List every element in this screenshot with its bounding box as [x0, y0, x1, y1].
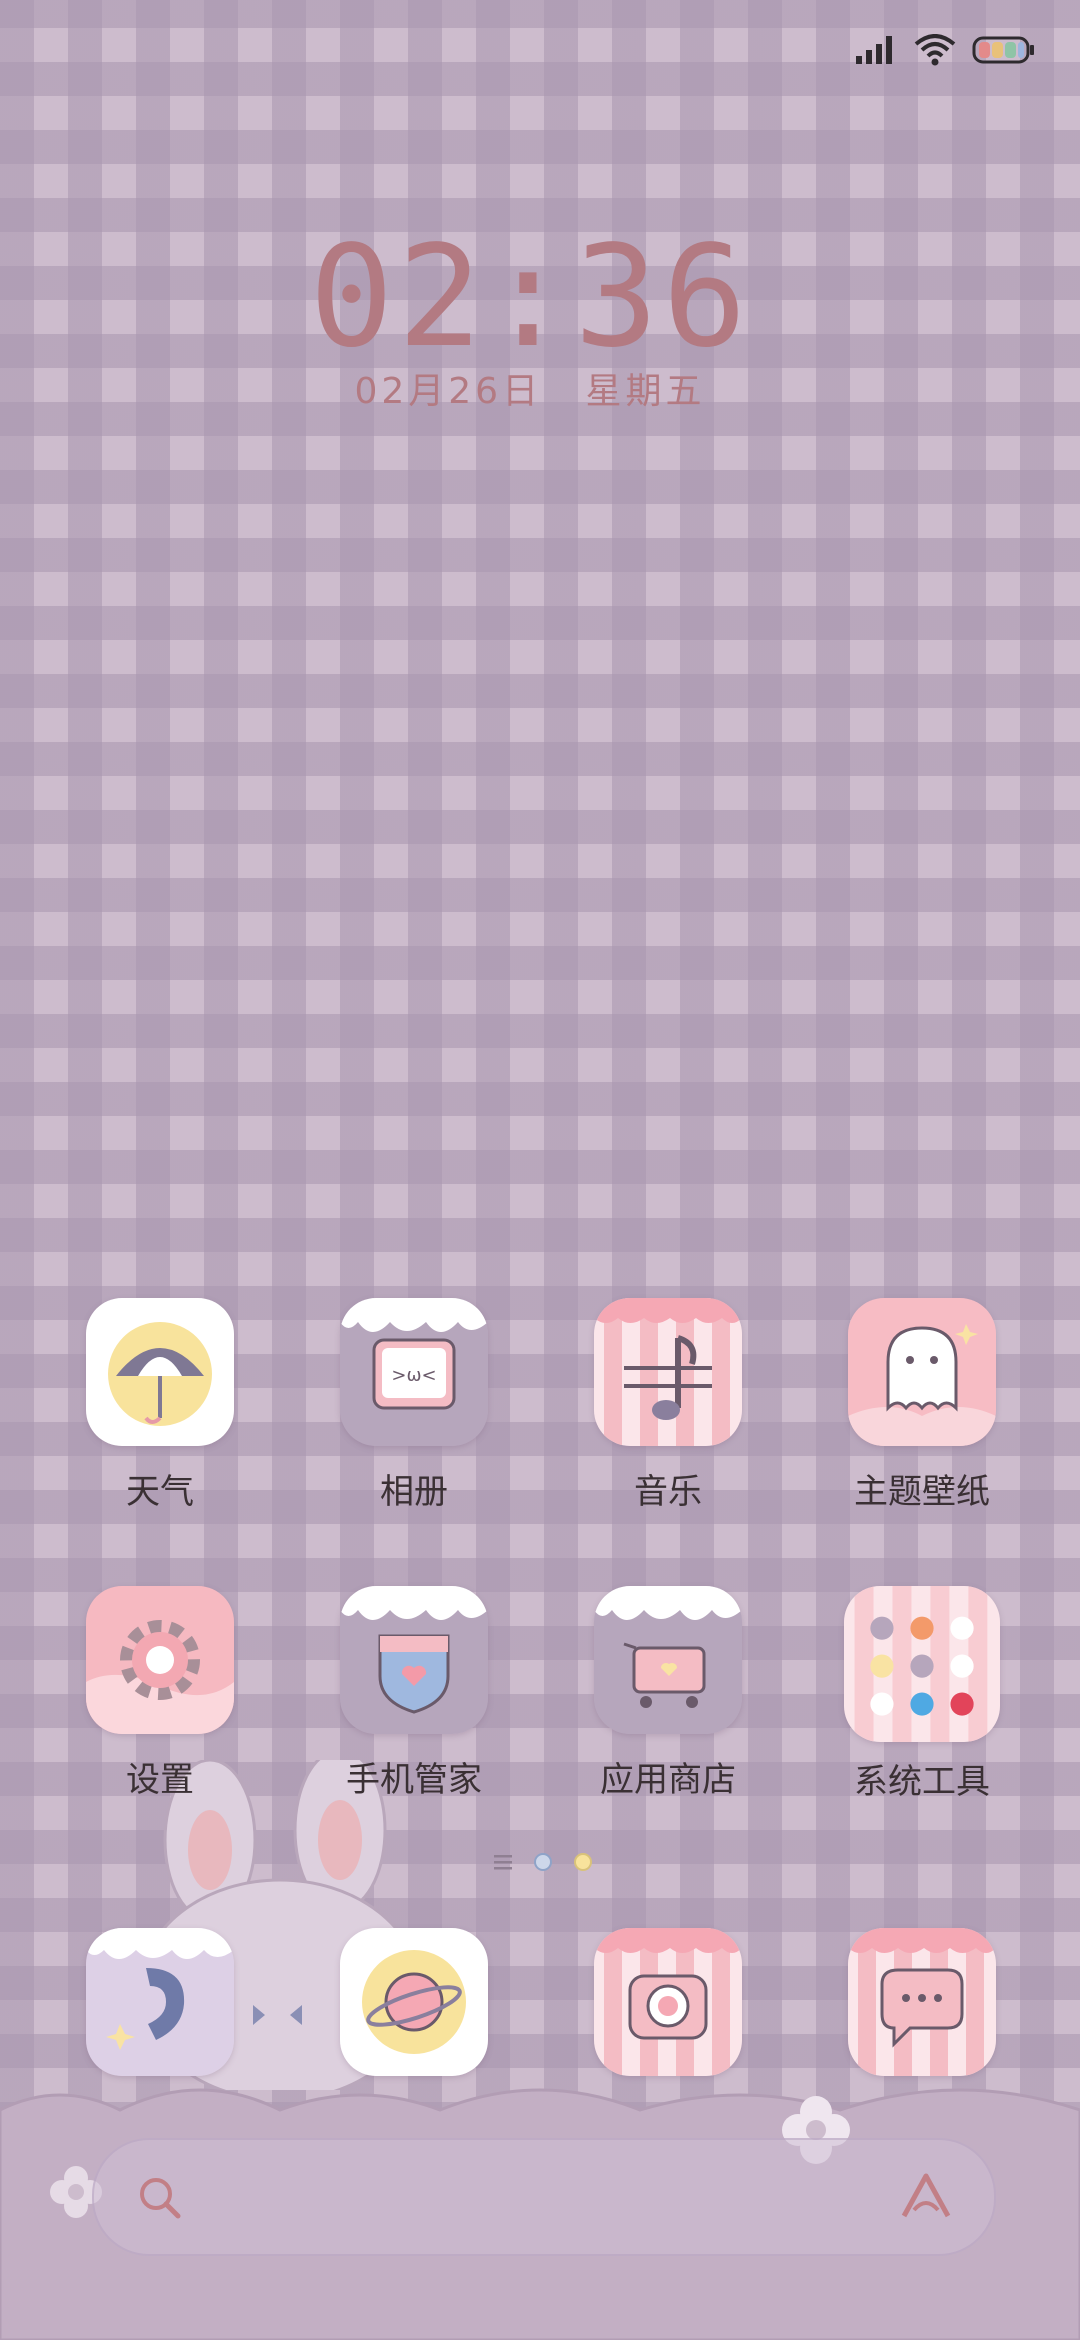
app-label: 设置 [126, 1760, 194, 1800]
music-note-icon [594, 1298, 742, 1446]
clock-weekday: 星期五 [585, 371, 706, 412]
dock-phone[interactable] [50, 1928, 270, 2076]
clock-date-row[interactable]: 02月26日 星期五 [0, 362, 1060, 414]
app-gallery[interactable]: >ω< 相册 [304, 1298, 524, 1513]
settings-gear-icon [86, 1586, 234, 1734]
assistant-a-icon[interactable] [898, 2170, 954, 2222]
app-settings[interactable]: 设置 [50, 1586, 270, 1801]
app-weather[interactable]: 天气 [50, 1298, 270, 1513]
browser-planet-icon [340, 1928, 488, 2076]
search-icon[interactable] [136, 2174, 184, 2222]
signal-bars-icon [856, 36, 892, 64]
clock-time[interactable]: 02:36 [0, 228, 1060, 368]
app-label: 系统工具 [854, 1762, 990, 1802]
system-tools-folder-icon [844, 1586, 1000, 1742]
weather-umbrella-icon [86, 1298, 234, 1446]
page-dot-active[interactable] [574, 1853, 592, 1871]
app-label: 手机管家 [346, 1760, 482, 1800]
app-label: 天气 [126, 1472, 194, 1512]
app-store[interactable]: 应用商店 [558, 1586, 778, 1801]
clock-date: 02月26日 [354, 371, 543, 412]
app-label: 应用商店 [600, 1760, 736, 1800]
wifi-icon [914, 34, 956, 66]
camera-icon [594, 1928, 742, 2076]
status-bar [854, 28, 1036, 72]
page-indicator-list-icon [494, 1855, 512, 1870]
dock-messages[interactable] [812, 1928, 1032, 2076]
app-system-tools-folder[interactable]: 系统工具 [812, 1586, 1032, 1803]
messages-bubble-icon [848, 1928, 996, 2076]
page-indicator[interactable] [494, 1853, 592, 1871]
app-themes[interactable]: 主题壁纸 [812, 1298, 1032, 1513]
battery-icon [972, 36, 1034, 64]
themes-ghost-icon [848, 1298, 996, 1446]
app-store-cart-icon [594, 1586, 742, 1734]
dock-browser[interactable] [304, 1928, 524, 2076]
gallery-tv-cat-icon: >ω< [340, 1298, 488, 1446]
app-security[interactable]: 手机管家 [304, 1586, 524, 1801]
app-label: 音乐 [634, 1472, 702, 1512]
search-bar[interactable] [92, 2138, 996, 2256]
page-dot[interactable] [534, 1853, 552, 1871]
dock-camera[interactable] [558, 1928, 778, 2076]
security-shield-icon [340, 1586, 488, 1734]
app-label: 主题壁纸 [854, 1472, 990, 1512]
app-label: 相册 [380, 1472, 448, 1512]
phone-icon [86, 1928, 234, 2076]
svg-text:>ω<: >ω< [391, 1365, 436, 1386]
app-music[interactable]: 音乐 [558, 1298, 778, 1513]
